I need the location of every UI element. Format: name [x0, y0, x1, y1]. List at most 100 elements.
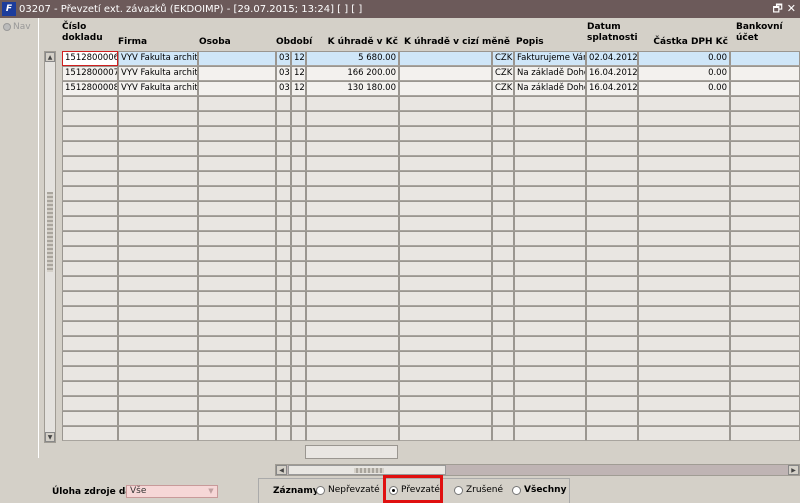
- cell-period-b[interactable]: [291, 411, 306, 426]
- cell-due[interactable]: [586, 321, 638, 336]
- cell-czk[interactable]: [306, 321, 399, 336]
- cell-doc[interactable]: [62, 171, 118, 186]
- cell-desc[interactable]: [514, 291, 586, 306]
- cell-vat[interactable]: [638, 126, 730, 141]
- cell-currency[interactable]: [492, 306, 514, 321]
- table-row[interactable]: [62, 306, 800, 321]
- cell-firm[interactable]: [118, 171, 198, 186]
- cell-desc[interactable]: Fakturujeme Vám: [514, 51, 586, 66]
- cell-person[interactable]: [198, 96, 276, 111]
- cell-czk[interactable]: 5 680.00: [306, 51, 399, 66]
- cell-period-a[interactable]: [276, 246, 291, 261]
- chevron-down-icon[interactable]: ▼: [206, 487, 216, 496]
- cell-bank[interactable]: [730, 381, 800, 396]
- cell-period-b[interactable]: [291, 201, 306, 216]
- cell-bank[interactable]: [730, 81, 800, 96]
- cell-foreign[interactable]: [399, 111, 492, 126]
- cell-vat[interactable]: [638, 171, 730, 186]
- cell-period-b[interactable]: [291, 231, 306, 246]
- cell-firm[interactable]: [118, 111, 198, 126]
- cell-period-b[interactable]: 12: [291, 81, 306, 96]
- cell-period-a[interactable]: [276, 231, 291, 246]
- cell-currency[interactable]: [492, 96, 514, 111]
- cell-person[interactable]: [198, 51, 276, 66]
- cell-period-b[interactable]: [291, 321, 306, 336]
- cell-doc[interactable]: [62, 126, 118, 141]
- cell-desc[interactable]: [514, 141, 586, 156]
- radio-cancelled[interactable]: Zrušené: [454, 485, 503, 495]
- cell-foreign[interactable]: [399, 306, 492, 321]
- cell-doc[interactable]: [62, 306, 118, 321]
- cell-person[interactable]: [198, 81, 276, 96]
- cell-currency[interactable]: [492, 321, 514, 336]
- cell-period-b[interactable]: [291, 96, 306, 111]
- cell-czk[interactable]: [306, 276, 399, 291]
- cell-czk[interactable]: [306, 291, 399, 306]
- cell-period-a[interactable]: [276, 336, 291, 351]
- cell-foreign[interactable]: [399, 291, 492, 306]
- cell-vat[interactable]: [638, 231, 730, 246]
- cell-doc[interactable]: [62, 321, 118, 336]
- cell-doc[interactable]: [62, 291, 118, 306]
- cell-person[interactable]: [198, 201, 276, 216]
- cell-due[interactable]: 02.04.2012: [586, 51, 638, 66]
- cell-firm[interactable]: [118, 351, 198, 366]
- cell-czk[interactable]: [306, 111, 399, 126]
- cell-period-b[interactable]: [291, 306, 306, 321]
- cell-due[interactable]: 16.04.2012: [586, 66, 638, 81]
- cell-due[interactable]: [586, 276, 638, 291]
- cell-doc[interactable]: [62, 351, 118, 366]
- cell-period-b[interactable]: [291, 246, 306, 261]
- cell-desc[interactable]: [514, 231, 586, 246]
- cell-due[interactable]: 16.04.2012: [586, 81, 638, 96]
- cell-person[interactable]: [198, 426, 276, 441]
- cell-bank[interactable]: [730, 411, 800, 426]
- cell-currency[interactable]: [492, 126, 514, 141]
- cell-foreign[interactable]: [399, 141, 492, 156]
- cell-person[interactable]: [198, 126, 276, 141]
- cell-period-b[interactable]: [291, 141, 306, 156]
- cell-due[interactable]: [586, 366, 638, 381]
- cell-due[interactable]: [586, 396, 638, 411]
- table-row[interactable]: [62, 291, 800, 306]
- cell-bank[interactable]: [730, 261, 800, 276]
- cell-period-b[interactable]: [291, 216, 306, 231]
- cell-vat[interactable]: [638, 426, 730, 441]
- cell-person[interactable]: [198, 306, 276, 321]
- cell-period-a[interactable]: [276, 306, 291, 321]
- cell-doc[interactable]: 1512800008: [62, 81, 118, 96]
- cell-foreign[interactable]: [399, 246, 492, 261]
- cell-firm[interactable]: [118, 216, 198, 231]
- cell-person[interactable]: [198, 336, 276, 351]
- cell-due[interactable]: [586, 351, 638, 366]
- cell-period-a[interactable]: [276, 426, 291, 441]
- cell-czk[interactable]: [306, 216, 399, 231]
- cell-firm[interactable]: [118, 396, 198, 411]
- cell-doc[interactable]: [62, 366, 118, 381]
- cell-period-a[interactable]: [276, 96, 291, 111]
- cell-period-a[interactable]: [276, 126, 291, 141]
- table-row[interactable]: [62, 216, 800, 231]
- cell-bank[interactable]: [730, 351, 800, 366]
- cell-bank[interactable]: [730, 246, 800, 261]
- cell-bank[interactable]: [730, 321, 800, 336]
- cell-desc[interactable]: Na základě Dohoc: [514, 81, 586, 96]
- cell-currency[interactable]: [492, 246, 514, 261]
- cell-period-a[interactable]: 03: [276, 66, 291, 81]
- cell-firm[interactable]: [118, 366, 198, 381]
- scroll-down-icon[interactable]: ▼: [45, 432, 55, 442]
- cell-due[interactable]: [586, 141, 638, 156]
- horizontal-scrollbar[interactable]: ◀ ▶: [275, 464, 800, 476]
- cell-due[interactable]: [586, 126, 638, 141]
- table-row[interactable]: [62, 396, 800, 411]
- cell-czk[interactable]: [306, 336, 399, 351]
- cell-desc[interactable]: [514, 201, 586, 216]
- cell-currency[interactable]: [492, 171, 514, 186]
- cell-desc[interactable]: [514, 396, 586, 411]
- cell-firm[interactable]: VYV Fakulta archite: [118, 51, 198, 66]
- cell-due[interactable]: [586, 171, 638, 186]
- cell-czk[interactable]: [306, 261, 399, 276]
- cell-due[interactable]: [586, 261, 638, 276]
- table-row[interactable]: 1512800008 VYV Fakulta archite 03 12 130 180…: [62, 81, 800, 96]
- cell-period-a[interactable]: [276, 141, 291, 156]
